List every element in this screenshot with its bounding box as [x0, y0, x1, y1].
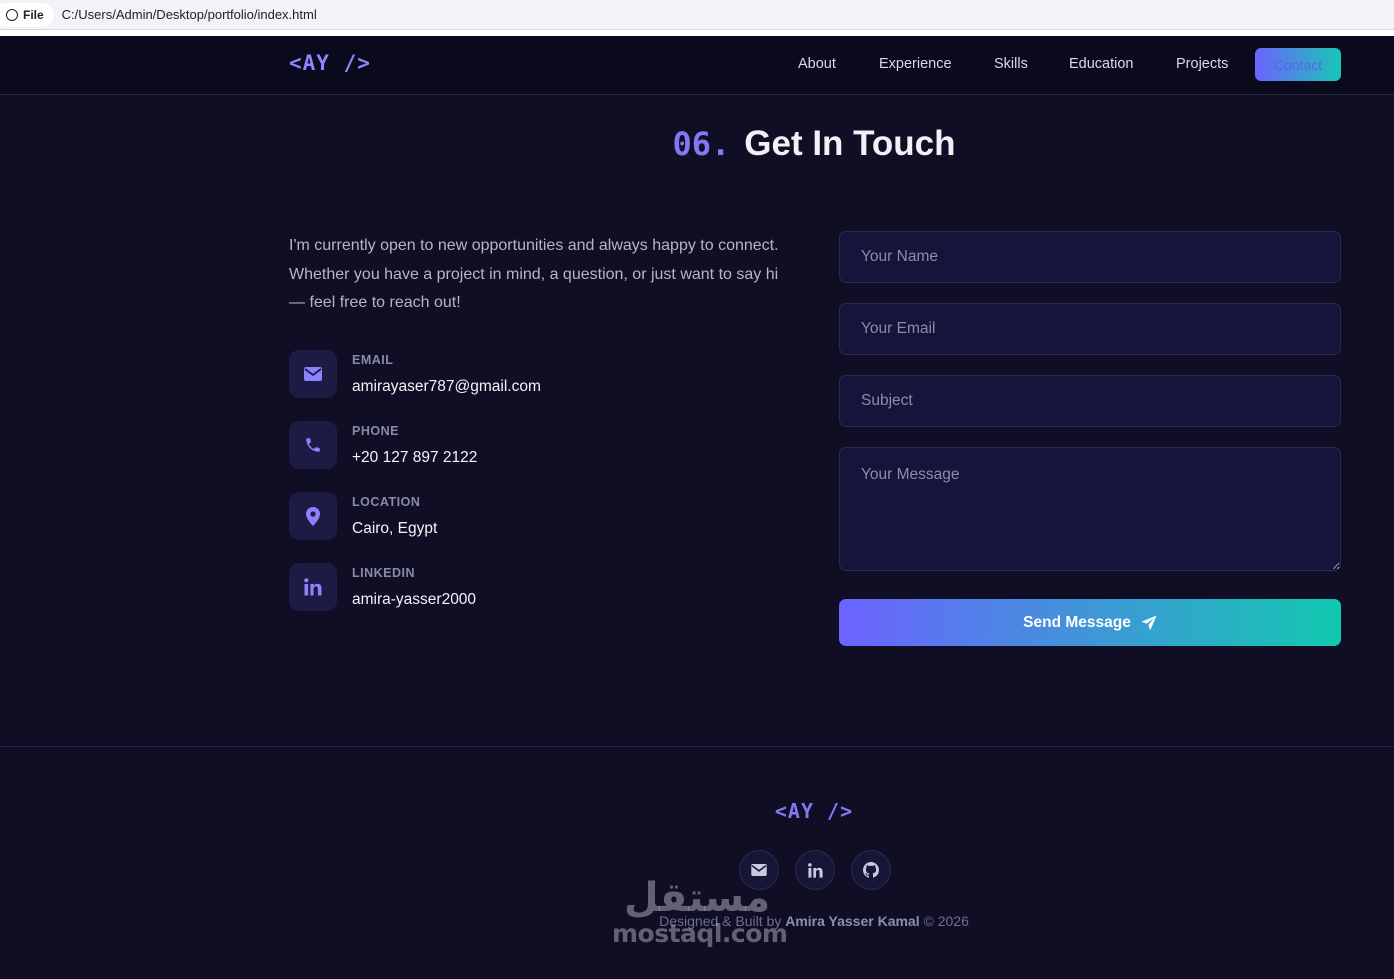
section-number: 06.	[672, 125, 731, 163]
footer-linkedin-link[interactable]	[795, 850, 835, 890]
section-heading: Get In Touch	[744, 124, 956, 163]
linkedin-icon	[807, 862, 823, 878]
info-icon	[6, 8, 18, 21]
message-textarea[interactable]	[839, 447, 1341, 571]
browser-address-bar: File C:/Users/Admin/Desktop/portfolio/in…	[0, 0, 1394, 30]
footer-divider	[0, 746, 1394, 747]
contact-item-email: EMAIL amirayaser787@gmail.com	[289, 350, 749, 400]
envelope-icon	[751, 864, 767, 876]
footer-copyright: Designed & Built by Amira Yasser Kamal ©…	[0, 913, 1394, 929]
contact-item-location: LOCATION Cairo, Egypt	[289, 492, 749, 542]
footer-email-link[interactable]	[739, 850, 779, 890]
url-text[interactable]: C:/Users/Admin/Desktop/portfolio/index.h…	[62, 7, 317, 22]
linkedin-icon	[289, 563, 337, 611]
map-pin-icon	[289, 492, 337, 540]
scheme-label: File	[23, 7, 44, 22]
contact-label: LOCATION	[352, 495, 421, 509]
intro-text: I'm currently open to new opportunities …	[289, 237, 779, 311]
send-message-label: Send Message	[1023, 613, 1131, 631]
contact-value[interactable]: amira-yasser2000	[352, 591, 476, 609]
footer-github-link[interactable]	[851, 850, 891, 890]
contact-label: PHONE	[352, 424, 399, 438]
github-icon	[863, 862, 879, 878]
contact-label: LINKEDIN	[352, 566, 416, 580]
contact-value[interactable]: +20 127 897 2122	[352, 449, 477, 467]
phone-icon	[289, 421, 337, 469]
contact-label: EMAIL	[352, 353, 394, 367]
nav-link-education[interactable]: Education	[1069, 56, 1134, 72]
email-input[interactable]	[839, 303, 1341, 355]
nav-link-projects[interactable]: Projects	[1176, 56, 1228, 72]
send-message-button[interactable]: Send Message	[839, 599, 1341, 646]
contact-value[interactable]: amirayaser787@gmail.com	[352, 378, 541, 396]
nav-link-experience[interactable]: Experience	[879, 56, 952, 72]
nav-link-skills[interactable]: Skills	[994, 56, 1028, 72]
contact-item-linkedin: LINKEDIN amira-yasser2000	[289, 563, 749, 613]
subject-input[interactable]	[839, 375, 1341, 427]
contact-value: Cairo, Egypt	[352, 520, 438, 537]
nav-link-about[interactable]: About	[798, 56, 836, 72]
paper-plane-icon	[1141, 615, 1157, 630]
footer-logo[interactable]: <AY />	[0, 799, 1394, 823]
credit-suffix: © 2026	[923, 913, 969, 929]
credit-name: Amira Yasser Kamal	[785, 913, 920, 929]
name-input[interactable]	[839, 231, 1341, 283]
envelope-icon	[289, 350, 337, 398]
nav-contact-button[interactable]: Contact	[1255, 48, 1341, 81]
site-info-chip[interactable]: File	[0, 2, 54, 27]
section-title: 06. Get In Touch	[0, 124, 1394, 164]
nav-logo[interactable]: <AY />	[289, 51, 371, 75]
credit-prefix: Designed & Built by	[659, 913, 782, 929]
top-nav: <AY /> About Experience Skills Education…	[0, 36, 1394, 95]
contact-item-phone: PHONE +20 127 897 2122	[289, 421, 749, 471]
